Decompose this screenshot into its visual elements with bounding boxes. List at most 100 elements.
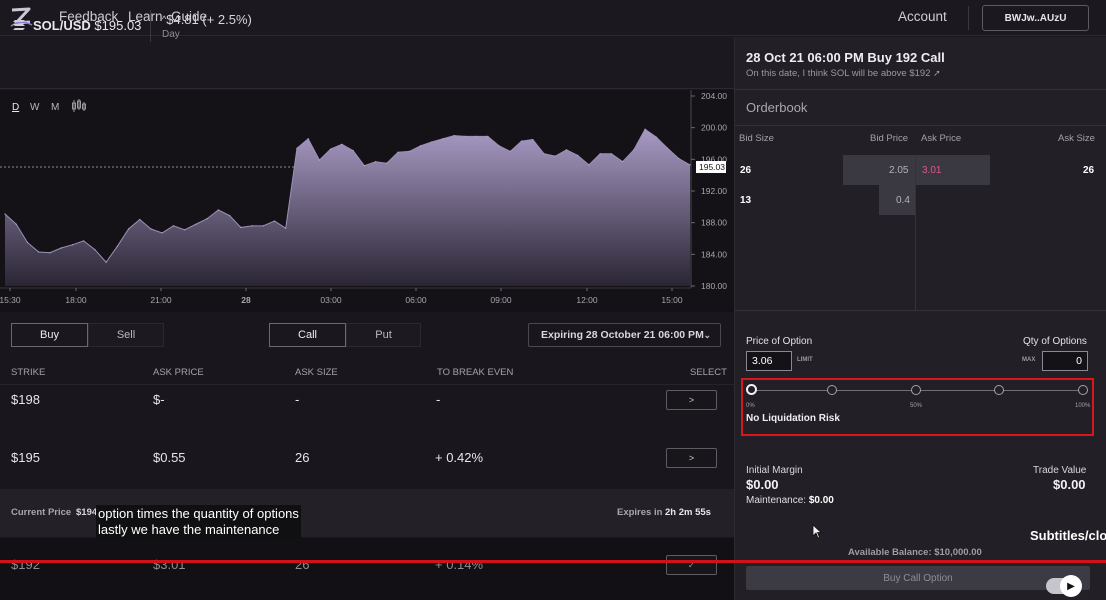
- x-tick-label: 06:00: [405, 295, 427, 305]
- ob-ask-price-header: Ask Price: [921, 133, 962, 144]
- price-point: [543, 153, 545, 155]
- x-tick-label: 03:00: [320, 295, 342, 305]
- trade-value: $0.00: [1053, 477, 1086, 492]
- slider-tick[interactable]: [1078, 385, 1088, 395]
- price-point: [60, 247, 62, 249]
- maintenance-value: $0.00: [808, 495, 834, 506]
- ob-row0-ask-price[interactable]: 3.01: [922, 165, 941, 176]
- ob-row1-bid-price[interactable]: 0.4: [896, 195, 910, 206]
- price-point: [453, 134, 455, 137]
- ob-bid-size-header: Bid Size: [739, 133, 774, 144]
- call-toggle[interactable]: Call: [269, 323, 346, 347]
- price-point: [689, 164, 691, 166]
- slider-tick[interactable]: [827, 385, 837, 395]
- price-point: [341, 143, 343, 145]
- order-panel: [734, 37, 1106, 600]
- price-point: [49, 252, 51, 254]
- leverage-slider-handle[interactable]: [746, 384, 757, 395]
- buy-option-button[interactable]: Buy Call Option: [746, 566, 1090, 590]
- price-point: [374, 161, 377, 163]
- price-point: [184, 229, 186, 231]
- nav-divider: [968, 6, 969, 30]
- row1-select-button[interactable]: >: [666, 448, 717, 468]
- row1-breakeven: + 0.42%: [435, 450, 484, 465]
- price-point: [172, 225, 175, 227]
- qty-label: Qty of Options: [1023, 336, 1087, 347]
- row0-strike: $198: [11, 392, 40, 407]
- sell-toggle[interactable]: Sell: [88, 323, 164, 347]
- price-input[interactable]: 3.06: [746, 351, 792, 371]
- available-balance: Available Balance: $10,000.00: [848, 547, 982, 558]
- price-point: [442, 138, 444, 140]
- y-tick-label: 188.00: [701, 218, 727, 228]
- price-point: [655, 136, 657, 138]
- price-point: [352, 150, 354, 152]
- current-price-label: Current Price: [11, 507, 72, 518]
- price-point: [83, 240, 85, 242]
- price-point: [509, 150, 511, 153]
- price-point: [577, 154, 579, 156]
- price-point: [520, 140, 523, 142]
- col-ask-price: ASK PRICE: [153, 367, 204, 378]
- y-tick-label: 204.00: [701, 91, 727, 101]
- expires-value: 2h 2m 55s: [665, 507, 711, 518]
- price-point: [498, 145, 500, 147]
- price-point: [565, 149, 568, 151]
- x-tick-label: 28: [241, 295, 251, 305]
- price-point: [127, 228, 130, 230]
- price-point: [285, 227, 287, 229]
- price-point: [273, 220, 276, 222]
- play-icon: ▶: [1060, 575, 1082, 597]
- x-tick-label: 15:00: [661, 295, 683, 305]
- price-point: [599, 153, 601, 155]
- edit-icon[interactable]: ➚: [933, 68, 941, 78]
- price-point: [116, 245, 118, 248]
- ob-row0-bid-size: 26: [740, 165, 752, 176]
- qty-input[interactable]: 0: [1042, 351, 1088, 371]
- row1-strike: $195: [11, 450, 40, 465]
- ob-row0-bid-price[interactable]: 2.05: [889, 165, 908, 176]
- price-point: [195, 223, 197, 225]
- orderbook-title: Orderbook: [746, 100, 808, 115]
- y-tick-label: 180.00: [701, 281, 727, 291]
- max-tag[interactable]: MAX: [1022, 357, 1035, 363]
- price-point: [251, 225, 253, 227]
- row1-ask: $0.55: [153, 450, 186, 465]
- header-divider: [0, 384, 734, 385]
- ticker-period: Day: [162, 29, 180, 40]
- ticker-divider: [150, 10, 151, 42]
- row2-select-button[interactable]: ✓: [666, 555, 717, 575]
- video-progress-bar[interactable]: [0, 560, 1106, 563]
- trade-value-label: Trade Value: [1033, 465, 1087, 476]
- wallet-button[interactable]: BWJw..AUzU: [982, 5, 1089, 31]
- price-point: [622, 161, 624, 163]
- ob-bid-price-header: Bid Price: [870, 133, 909, 144]
- price-point: [363, 165, 365, 167]
- autoplay-toggle[interactable]: ▶: [1046, 575, 1082, 597]
- row1-size: 26: [295, 450, 310, 465]
- price-point: [296, 147, 298, 149]
- price-point: [419, 145, 422, 147]
- ticker-change: ^$4.81 (+ 2.5%): [162, 12, 252, 27]
- current-price-value: $194: [76, 507, 98, 518]
- subtitles-label: Subtitles/clos: [1030, 528, 1106, 543]
- expiry-select[interactable]: Expiring 28 October 21 06:00 PM ⌄: [528, 323, 721, 347]
- col-ask-size: ASK SIZE: [295, 367, 338, 378]
- col-strike: STRIKE: [11, 367, 46, 378]
- put-toggle[interactable]: Put: [346, 323, 421, 347]
- liquidation-risk: No Liquidation Risk: [746, 413, 840, 424]
- slider-tick[interactable]: [994, 385, 1004, 395]
- mouse-cursor-icon: [812, 524, 822, 539]
- price-point: [476, 135, 478, 137]
- ticker-bar: [0, 37, 734, 89]
- price-point: [139, 218, 141, 221]
- row0-select-button[interactable]: >: [666, 390, 717, 410]
- nav-account[interactable]: Account: [898, 9, 947, 24]
- caption-line-1: option times the quantity of options: [98, 506, 299, 521]
- slider-label-100: 100%: [1075, 403, 1091, 409]
- ob-ask-size-header: Ask Size: [1058, 133, 1095, 144]
- price-point: [262, 225, 264, 227]
- buy-toggle[interactable]: Buy: [11, 323, 88, 347]
- solana-icon: [13, 20, 25, 30]
- slider-tick[interactable]: [911, 385, 921, 395]
